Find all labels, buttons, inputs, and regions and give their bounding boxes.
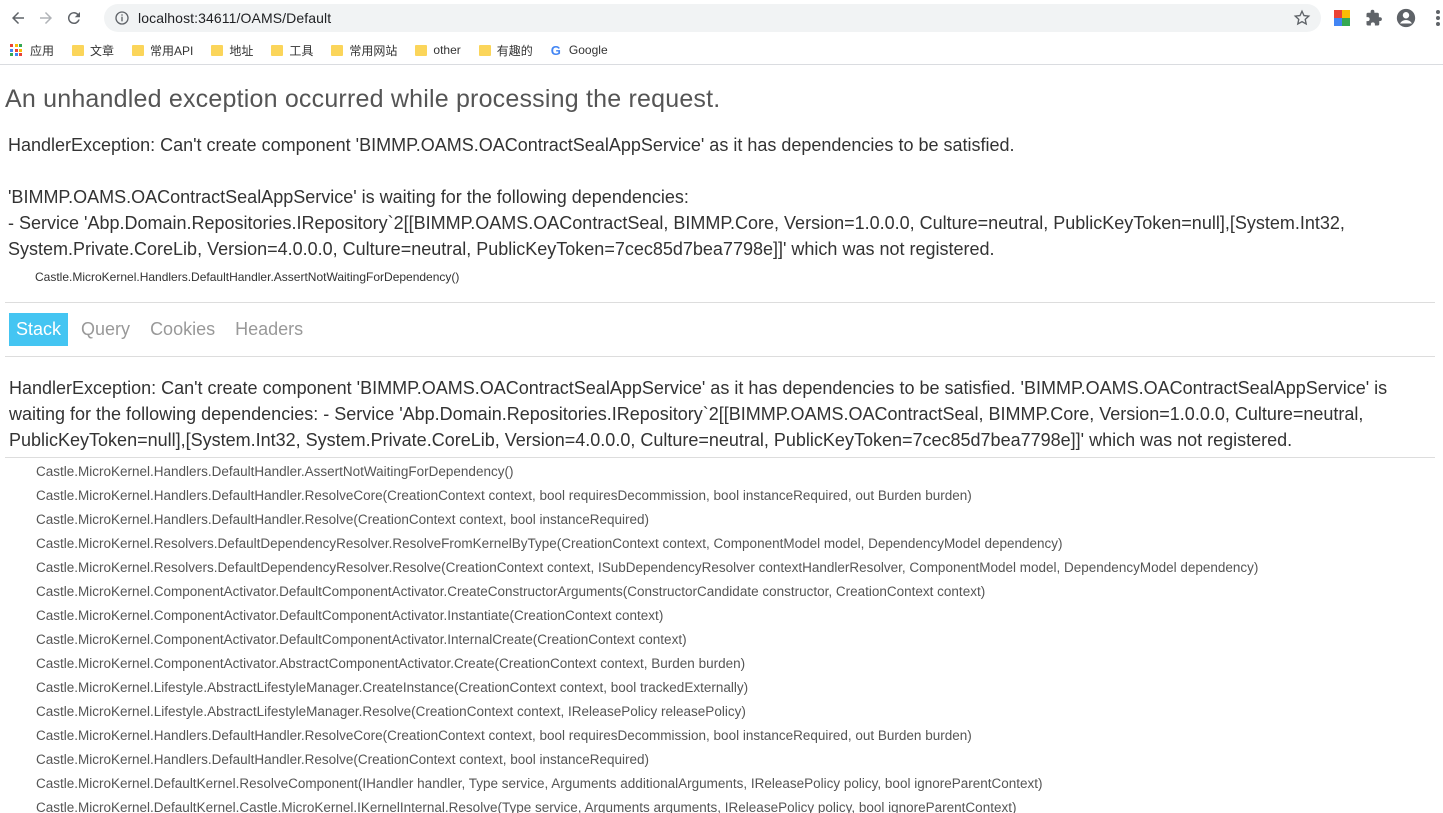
bookmark-folder-other[interactable]: other bbox=[415, 43, 461, 57]
stack-frame[interactable]: Castle.MicroKernel.Lifestyle.AbstractLif… bbox=[36, 676, 1435, 700]
stack-frame[interactable]: Castle.MicroKernel.Handlers.DefaultHandl… bbox=[36, 508, 1435, 532]
forward-icon[interactable] bbox=[32, 4, 60, 32]
stack-frame[interactable]: Castle.MicroKernel.Lifestyle.AbstractLif… bbox=[36, 700, 1435, 724]
bookmark-label: 常用API bbox=[150, 43, 194, 58]
profile-avatar-icon[interactable] bbox=[1394, 6, 1418, 30]
stack-frame[interactable]: Castle.MicroKernel.ComponentActivator.De… bbox=[36, 604, 1435, 628]
bookmark-star-icon[interactable] bbox=[1293, 9, 1311, 27]
folder-icon bbox=[132, 44, 145, 56]
bookmark-folder-tools[interactable]: 工具 bbox=[271, 42, 313, 59]
bookmark-folder-interesting[interactable]: 有趣的 bbox=[478, 42, 533, 59]
stack-frame[interactable]: Castle.MicroKernel.DefaultKernel.Castle.… bbox=[36, 796, 1435, 813]
bookmark-label: 应用 bbox=[30, 43, 55, 58]
bookmark-label: 有趣的 bbox=[496, 43, 533, 58]
back-icon[interactable] bbox=[4, 4, 32, 32]
bookmark-label: 常用网站 bbox=[349, 43, 398, 58]
folder-icon bbox=[415, 44, 428, 56]
tab-cookies[interactable]: Cookies bbox=[143, 313, 222, 346]
info-icon[interactable] bbox=[114, 10, 130, 26]
browser-toolbar: localhost:34611/OAMS/Default bbox=[0, 0, 1443, 36]
stack-frame[interactable]: Castle.MicroKernel.Resolvers.DefaultDepe… bbox=[36, 532, 1435, 556]
reload-icon[interactable] bbox=[60, 4, 88, 32]
bookmark-folder-address[interactable]: 地址 bbox=[211, 42, 253, 59]
bookmark-folder-common-api[interactable]: 常用API bbox=[132, 42, 193, 59]
tab-headers[interactable]: Headers bbox=[228, 313, 310, 346]
stack-frame[interactable]: Castle.MicroKernel.Handlers.DefaultHandl… bbox=[36, 748, 1435, 772]
divider bbox=[5, 302, 1435, 303]
stack-exception-title: HandlerException: Can't create component… bbox=[9, 378, 1388, 450]
exception-location: Castle.MicroKernel.Handlers.DefaultHandl… bbox=[35, 270, 460, 284]
exception-message-line: 'BIMMP.OAMS.OAContractSealAppService' is… bbox=[8, 187, 689, 207]
error-page: An unhandled exception occurred while pr… bbox=[0, 85, 1443, 813]
apps-grid-icon bbox=[10, 44, 22, 56]
stack-frame-list: Castle.MicroKernel.Handlers.DefaultHandl… bbox=[5, 460, 1435, 813]
bookmark-folder-articles[interactable]: 文章 bbox=[72, 42, 114, 59]
extensions-puzzle-icon[interactable] bbox=[1362, 6, 1386, 30]
tab-stack[interactable]: Stack bbox=[9, 313, 69, 346]
bookmark-label: 工具 bbox=[289, 43, 314, 58]
divider bbox=[5, 457, 1435, 458]
stack-frame[interactable]: Castle.MicroKernel.ComponentActivator.De… bbox=[36, 580, 1435, 604]
bookmark-folder-common-sites[interactable]: 常用网站 bbox=[331, 42, 397, 59]
menu-kebab-icon[interactable] bbox=[1426, 6, 1443, 30]
divider bbox=[5, 356, 1435, 357]
url-text[interactable]: localhost:34611/OAMS/Default bbox=[138, 10, 1293, 26]
stack-frame[interactable]: Castle.MicroKernel.Resolvers.DefaultDepe… bbox=[36, 556, 1435, 580]
stack-frame[interactable]: Castle.MicroKernel.Handlers.DefaultHandl… bbox=[36, 460, 1435, 484]
folder-icon bbox=[211, 44, 224, 56]
google-g-icon: G bbox=[550, 42, 561, 58]
tab-bar: Stack Query Cookies Headers bbox=[9, 313, 1435, 346]
bookmark-label: other bbox=[433, 43, 461, 57]
stack-frame[interactable]: Castle.MicroKernel.Handlers.DefaultHandl… bbox=[36, 724, 1435, 748]
bookmark-label: Google bbox=[568, 43, 608, 57]
stack-frame[interactable]: Castle.MicroKernel.DefaultKernel.Resolve… bbox=[36, 772, 1435, 796]
bookmarks-bar: 应用 文章 常用API 地址 工具 常用网站 other 有趣的 G Googl… bbox=[0, 36, 1443, 65]
folder-icon bbox=[478, 44, 491, 56]
bookmark-apps[interactable]: 应用 bbox=[10, 42, 54, 59]
stack-frame[interactable]: Castle.MicroKernel.Handlers.DefaultHandl… bbox=[36, 484, 1435, 508]
stack-frame[interactable]: Castle.MicroKernel.ComponentActivator.Ab… bbox=[36, 652, 1435, 676]
folder-icon bbox=[271, 44, 284, 56]
page-title: An unhandled exception occurred while pr… bbox=[5, 85, 721, 113]
exception-message-line: HandlerException: Can't create component… bbox=[8, 135, 1015, 155]
extension-colorful-icon[interactable] bbox=[1330, 6, 1354, 30]
bookmark-label: 地址 bbox=[229, 43, 254, 58]
address-bar[interactable]: localhost:34611/OAMS/Default bbox=[104, 4, 1321, 32]
folder-icon bbox=[72, 44, 85, 56]
folder-icon bbox=[331, 44, 344, 56]
bookmark-label: 文章 bbox=[90, 43, 115, 58]
exception-message-line: - Service 'Abp.Domain.Repositories.IRepo… bbox=[8, 213, 1345, 259]
tab-query[interactable]: Query bbox=[74, 313, 137, 346]
bookmark-google[interactable]: G Google bbox=[551, 43, 608, 58]
exception-summary: HandlerException: Can't create component… bbox=[8, 132, 1435, 262]
stack-frame[interactable]: Castle.MicroKernel.ComponentActivator.De… bbox=[36, 628, 1435, 652]
